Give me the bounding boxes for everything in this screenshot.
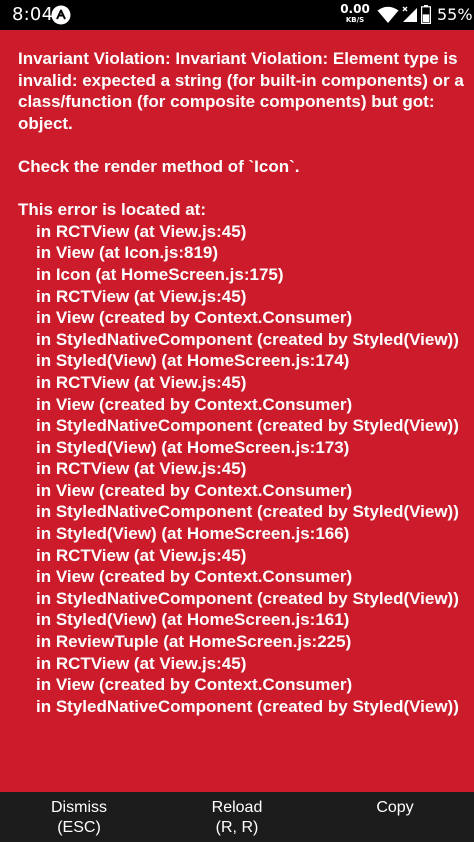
copy-button[interactable]: Copy — [316, 792, 474, 842]
battery-icon — [421, 5, 432, 25]
stack-frame: in RCTView (at View.js:45) — [36, 459, 247, 479]
wifi-icon — [377, 6, 399, 24]
stack-frame: in View (created by Context.Consumer) — [36, 308, 353, 328]
stack-frame: in StyledNativeComponent (created by Sty… — [36, 696, 459, 716]
dismiss-button[interactable]: Dismiss (ESC) — [0, 792, 158, 842]
stack-frame: in StyledNativeComponent (created by Sty… — [36, 588, 459, 608]
stack-frame: in RCTView (at View.js:45) — [36, 286, 247, 306]
stack-frame: in StyledNativeComponent (created by Sty… — [36, 502, 459, 522]
stack-frame: in View (created by Context.Consumer) — [36, 567, 353, 587]
stack-frame: in RCTView (at View.js:45) — [36, 545, 247, 565]
network-speed-unit: KB/S — [345, 16, 365, 24]
battery-percent: 55% — [437, 5, 473, 24]
stack-frame: in RCTView (at View.js:45) — [36, 653, 247, 673]
stack-frame: in Icon (at HomeScreen.js:175) — [36, 264, 284, 284]
reload-shortcut: (R, R) — [215, 819, 259, 836]
stack-frame: in Styled(View) (at HomeScreen.js:174) — [36, 351, 350, 371]
network-speed-value: 0.00 — [340, 2, 370, 16]
stack-frame: in StyledNativeComponent (created by Sty… — [36, 329, 459, 349]
error-location-heading: This error is located at: — [18, 200, 206, 220]
error-content: Invariant Violation: Invariant Violation… — [18, 48, 464, 717]
status-time: 8:04 — [12, 4, 54, 25]
stack-frame: in RCTView (at View.js:45) — [36, 372, 247, 392]
copy-label: Copy — [376, 799, 414, 816]
render-method-hint: Check the render method of `Icon`. — [18, 156, 300, 176]
stack-frame: in RCTView (at View.js:45) — [36, 221, 247, 241]
stack-frame: in View (created by Context.Consumer) — [36, 675, 353, 695]
reload-button[interactable]: Reload (R, R) — [158, 792, 316, 842]
component-stack: in RCTView (at View.js:45) in View (at Ic… — [18, 221, 464, 718]
reload-label: Reload — [211, 799, 263, 816]
stack-frame: in View (created by Context.Consumer) — [36, 480, 353, 500]
stack-frame: in View (at Icon.js:819) — [36, 243, 219, 263]
phone-screen: 8:04 0.00 KB/S 55% Invariant Violation: … — [0, 0, 474, 842]
status-bar: 8:04 0.00 KB/S 55% — [0, 0, 474, 30]
network-speed: 0.00 KB/S — [340, 3, 370, 25]
action-bar: Dismiss (ESC) Reload (R, R) Copy — [0, 792, 474, 842]
cell-signal-icon — [402, 6, 418, 23]
stack-frame: in Styled(View) (at HomeScreen.js:161) — [36, 610, 350, 630]
dismiss-label: Dismiss — [51, 799, 107, 816]
stack-frame: in View (created by Context.Consumer) — [36, 394, 353, 414]
stack-frame: in Styled(View) (at HomeScreen.js:173) — [36, 437, 350, 457]
error-screen[interactable]: Invariant Violation: Invariant Violation… — [0, 30, 474, 792]
stack-frame: in Styled(View) (at HomeScreen.js:166) — [36, 524, 350, 544]
app-notification-icon — [51, 5, 71, 25]
stack-frame: in ReviewTuple (at HomeScreen.js:225) — [36, 632, 352, 652]
stack-frame: in StyledNativeComponent (created by Sty… — [36, 416, 459, 436]
error-message: Invariant Violation: Invariant Violation… — [18, 49, 464, 133]
dismiss-shortcut: (ESC) — [57, 819, 101, 836]
